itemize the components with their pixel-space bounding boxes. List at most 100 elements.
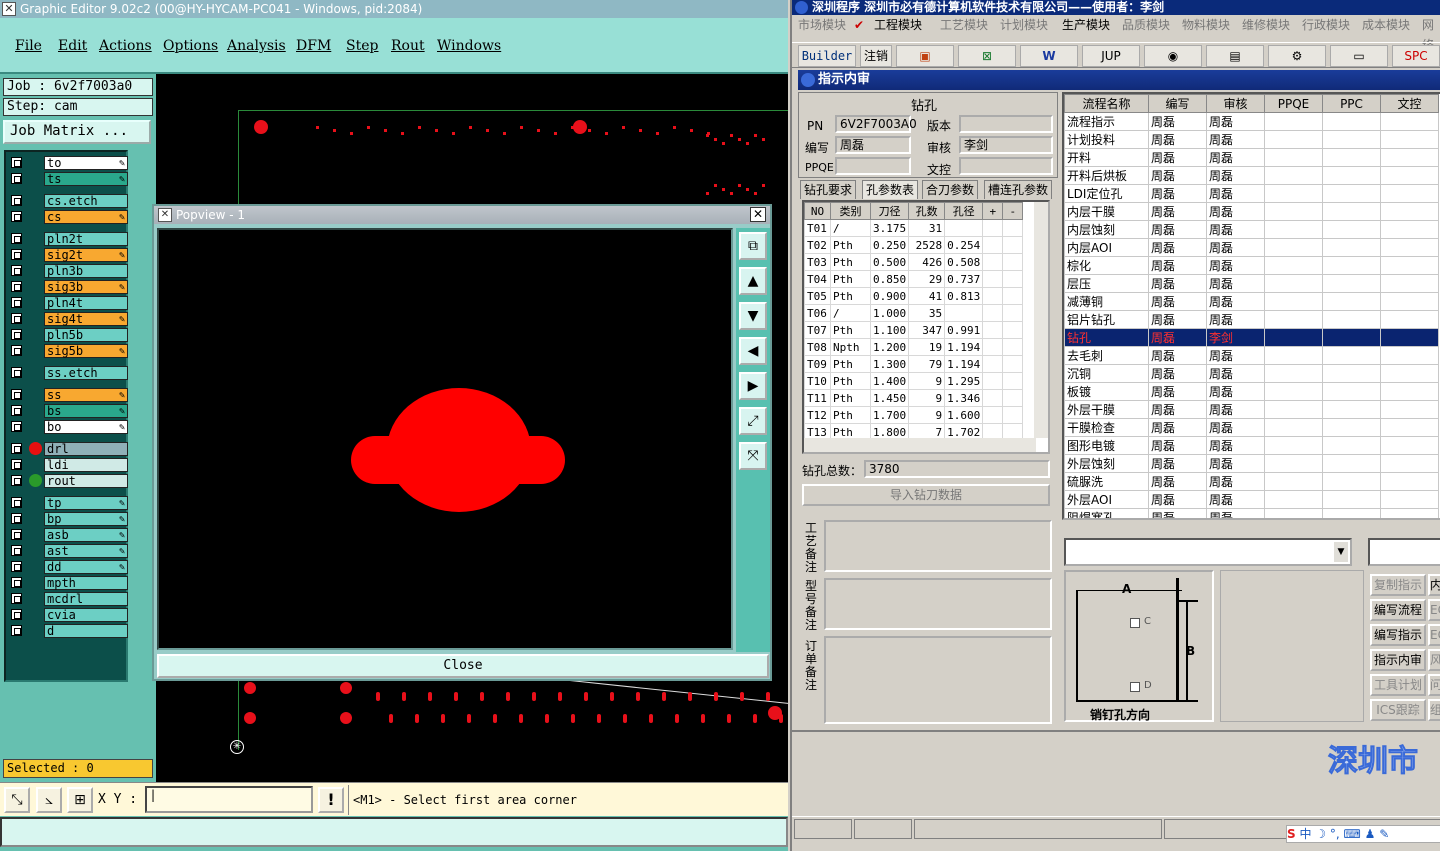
layer-name[interactable]: sig3b ✎ — [44, 280, 128, 294]
job-matrix-button[interactable]: Job Matrix ... — [3, 120, 151, 144]
layer-name[interactable]: bp ✎ — [44, 512, 128, 526]
layer-name[interactable]: mpth — [44, 576, 128, 590]
right-side-button[interactable]: EC — [1428, 599, 1440, 621]
review-instruction-button[interactable]: 指示内审 — [1370, 649, 1426, 671]
drill-col-header[interactable]: - — [1002, 202, 1024, 220]
menu-cost[interactable]: 成本模块 — [1362, 15, 1410, 35]
layer-checkbox[interactable] — [11, 249, 22, 260]
layer-checkbox[interactable] — [11, 545, 22, 556]
table-row[interactable]: 减薄铜 周磊 周磊 — [1064, 292, 1439, 311]
measure-tool-icon[interactable]: ⦣ — [36, 787, 62, 813]
menu-windows[interactable]: Windows — [437, 38, 501, 54]
layer-checkbox[interactable] — [11, 593, 22, 604]
table-row[interactable]: T08 Npth 1.200 19 1.194 — [804, 338, 1024, 356]
version-field[interactable] — [959, 115, 1053, 133]
zoom-fit-icon[interactable]: ⤢ — [739, 407, 767, 435]
layer-row-pln5b[interactable]: pln5b — [9, 328, 128, 342]
tab-hole-parameters[interactable]: 孔参数表 — [862, 180, 919, 199]
layer-row-pln3b[interactable]: pln3b — [9, 264, 128, 278]
pan-up-icon[interactable]: ▲ — [739, 267, 767, 295]
layer-row-sig4t[interactable]: sig4t ✎ — [9, 312, 128, 326]
table-row[interactable]: T01/3.175 31 — [804, 219, 1024, 237]
flow-dropdown-2[interactable] — [1368, 538, 1440, 566]
table-row[interactable]: 钻孔 周磊 李剑 — [1064, 328, 1439, 347]
layer-row-pln2t[interactable]: pln2t — [9, 232, 128, 246]
layer-row-bp[interactable]: bp ✎ — [9, 512, 128, 526]
layer-checkbox[interactable] — [11, 529, 22, 540]
layer-row-to[interactable]: to ✎ — [9, 156, 128, 170]
drill-col-header[interactable]: NO — [804, 202, 831, 220]
table-row[interactable]: T03 Pth 0.500 426 0.508 — [804, 253, 1024, 271]
layer-row-sig2t[interactable]: sig2t ✎ — [9, 248, 128, 262]
xy-input[interactable]: | — [145, 786, 313, 813]
menu-actions[interactable]: Actions — [99, 38, 152, 54]
order-note-field[interactable] — [824, 636, 1052, 724]
menu-market[interactable]: 市场模块 — [798, 15, 846, 35]
menu-rout[interactable]: Rout — [391, 38, 425, 54]
layer-name[interactable]: ts ✎ — [44, 172, 128, 186]
layer-name[interactable]: sig4t ✎ — [44, 312, 128, 326]
write-instruction-button[interactable]: 编写指示 — [1370, 624, 1426, 646]
layer-row-pln4t[interactable]: pln4t — [9, 296, 128, 310]
layer-name[interactable]: drl — [44, 442, 128, 456]
layer-row-drl[interactable]: drl — [9, 442, 128, 456]
ime-toolbar[interactable]: S 中 ☽ °, ⌨ ♟ ✎ — [1286, 825, 1440, 843]
layer-name[interactable]: pln2t — [44, 232, 128, 246]
process-note-field[interactable] — [824, 520, 1052, 572]
drill-col-header[interactable]: 孔数 — [908, 202, 946, 220]
table-row[interactable]: T05 Pth 0.900 41 0.813 — [804, 287, 1024, 305]
layer-name[interactable]: ast ✎ — [44, 544, 128, 558]
tab-slot-parameters[interactable]: 槽连孔参数 — [984, 180, 1053, 199]
table-row[interactable]: 棕化 周磊 周磊 — [1064, 256, 1439, 275]
table-row[interactable]: T10 Pth 1.400 9 1.295 — [804, 372, 1024, 390]
drill-table-hscroll[interactable] — [804, 438, 1036, 452]
layer-checkbox[interactable] — [11, 459, 22, 470]
layer-checkbox[interactable] — [11, 265, 22, 276]
total-field[interactable]: 3780 — [864, 460, 1050, 478]
menu-admin[interactable]: 行政模块 — [1302, 15, 1350, 35]
menu-options[interactable]: Options — [163, 38, 218, 54]
layer-row-d[interactable]: d — [9, 624, 128, 638]
tool-plan-button[interactable]: 工具计划 — [1370, 674, 1426, 696]
layer-row-ss-etch[interactable]: ss.etch — [9, 366, 128, 380]
table-row[interactable]: LDI定位孔 周磊 周磊 — [1064, 184, 1439, 203]
menu-production[interactable]: 生产模块 — [1062, 15, 1110, 35]
layer-row-tp[interactable]: tp ✎ — [9, 496, 128, 510]
menu-process[interactable]: 工艺模块 — [940, 15, 988, 35]
model-note-field[interactable] — [824, 578, 1052, 630]
table-row[interactable]: 内层AOI 周磊 周磊 — [1064, 238, 1439, 257]
layer-name[interactable]: pln5b — [44, 328, 128, 342]
layer-name[interactable]: ss.etch — [44, 366, 128, 380]
excel-icon[interactable]: ⊠ — [958, 45, 1016, 67]
right-side-button[interactable]: 问 — [1428, 674, 1440, 696]
table-row[interactable]: 流程指示 周磊 周磊 — [1064, 112, 1439, 131]
close-button[interactable]: Close — [157, 654, 769, 678]
layer-row-bs[interactable]: bs ✎ — [9, 404, 128, 418]
layer-row-ss[interactable]: ss ✎ — [9, 388, 128, 402]
right-side-button[interactable]: 组 — [1428, 699, 1440, 721]
layer-name[interactable]: sig5b ✎ — [44, 344, 128, 358]
table-row[interactable]: 铝片钻孔 周磊 周磊 — [1064, 310, 1439, 329]
layer-name[interactable]: ldi — [44, 458, 128, 472]
layer-name[interactable]: to ✎ — [44, 156, 128, 170]
layer-name[interactable]: pln4t — [44, 296, 128, 310]
builder-button[interactable]: Builder — [798, 45, 856, 67]
drill-col-header[interactable]: 类别 — [830, 202, 871, 220]
menu-maintenance[interactable]: 维修模块 — [1242, 15, 1290, 35]
layer-name[interactable]: bo ✎ — [44, 420, 128, 434]
jup-button[interactable]: JUP — [1082, 45, 1140, 67]
database-icon[interactable]: ▤ — [1206, 45, 1264, 67]
layer-row-mpth[interactable]: mpth — [9, 576, 128, 590]
table-row[interactable]: T04 Pth 0.850 29 0.737 — [804, 270, 1024, 288]
layer-checkbox[interactable] — [11, 281, 22, 292]
flow-col-header[interactable]: 审核 — [1206, 94, 1265, 113]
layer-name[interactable]: rout — [44, 474, 128, 488]
menu-dfm[interactable]: DFM — [296, 38, 331, 54]
menu-plan[interactable]: 计划模块 — [1000, 15, 1048, 35]
table-row[interactable]: 沉铜 周磊 周磊 — [1064, 364, 1439, 383]
pan-down-icon[interactable]: ▼ — [739, 302, 767, 330]
layer-row-dd[interactable]: dd ✎ — [9, 560, 128, 574]
layer-checkbox[interactable] — [11, 173, 22, 184]
tab-tool-parameters[interactable]: 合刀参数 — [922, 180, 979, 199]
layer-name[interactable]: dd ✎ — [44, 560, 128, 574]
